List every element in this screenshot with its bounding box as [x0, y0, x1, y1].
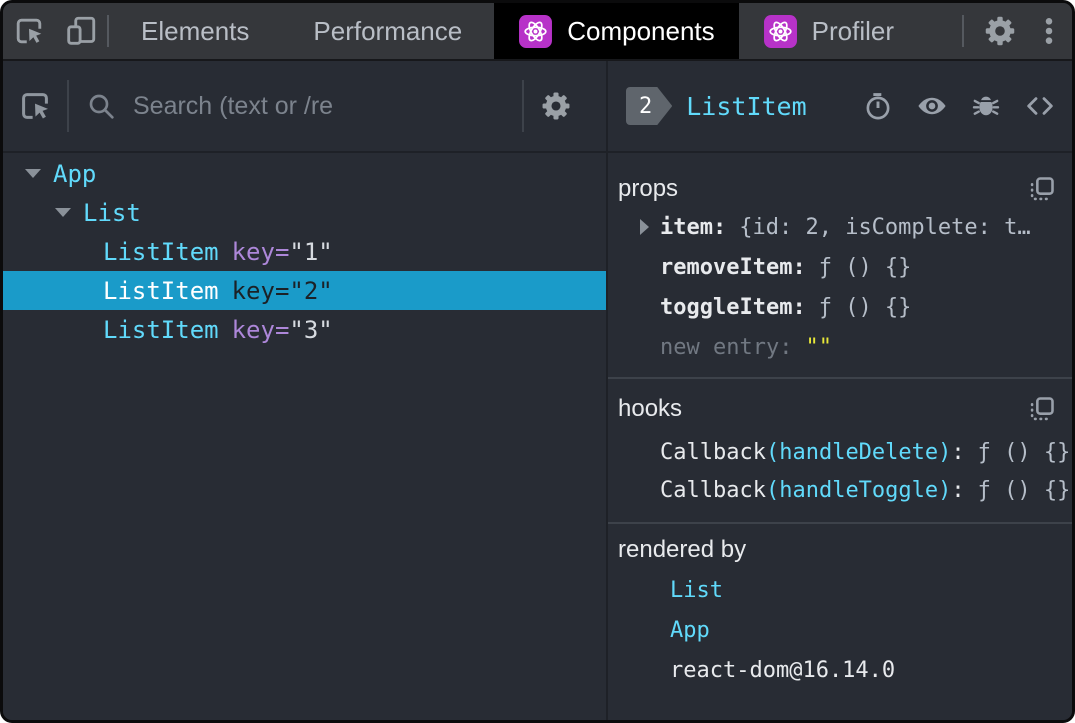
- owner-link[interactable]: List: [670, 578, 723, 603]
- prop-value: ƒ () {}: [818, 294, 912, 320]
- new-entry-key[interactable]: new entry:: [660, 335, 792, 360]
- tree-row-listitem-1[interactable]: ListItem key= "1": [3, 232, 606, 271]
- tab-profiler[interactable]: Profiler: [739, 3, 918, 59]
- hook-separator: :: [951, 477, 965, 503]
- tab-elements[interactable]: Elements: [109, 3, 281, 59]
- inspect-cursor-icon: [11, 13, 47, 49]
- devtools-tab-bar: Elements Performance Components Profiler: [3, 3, 1072, 61]
- gear-icon: [982, 13, 1018, 49]
- view-source-button[interactable]: [1022, 90, 1058, 122]
- renderer-version-label: react-dom@16.14.0: [670, 657, 896, 683]
- rendered-by-title: rendered by: [618, 536, 747, 563]
- tree-row-app[interactable]: App: [3, 154, 606, 193]
- react-logo-icon: [518, 14, 553, 49]
- components-tree-panel: App List ListItem key= "1" ListItem key=…: [3, 61, 606, 720]
- tree-node-key-attr: key=: [231, 276, 290, 305]
- hook-arg: (handleDelete): [765, 439, 952, 465]
- owner-link[interactable]: App: [670, 618, 710, 643]
- inspector-header: 2 ListItem: [608, 61, 1072, 153]
- hook-separator: :: [951, 439, 965, 465]
- suspense-toggle-button[interactable]: [862, 90, 894, 122]
- expander-icon[interactable]: [640, 219, 649, 235]
- tree-settings-button[interactable]: [524, 89, 588, 123]
- tree-node-key-attr: key=: [231, 315, 290, 344]
- hook-name: Callback: [660, 477, 766, 503]
- tab-components[interactable]: Components: [494, 3, 739, 59]
- props-section: props item: {id: 2, isComplete: t… remov…: [608, 153, 1072, 379]
- copy-icon: [1028, 395, 1056, 423]
- prop-value: ƒ () {}: [818, 254, 912, 280]
- tree-node-key-value: "1": [289, 237, 333, 266]
- copy-icon: [1028, 175, 1056, 203]
- hooks-title: hooks: [618, 395, 683, 422]
- gear-icon: [539, 89, 573, 123]
- eye-icon: [914, 90, 950, 122]
- owner-row-list[interactable]: List: [618, 570, 1070, 610]
- copy-hooks-button[interactable]: [1028, 395, 1070, 423]
- tree-node-name: ListItem: [103, 276, 219, 305]
- bug-icon: [970, 90, 1002, 122]
- tree-node-key-attr: key=: [231, 237, 290, 266]
- stopwatch-icon: [862, 90, 894, 122]
- devtools-window: Elements Performance Components Profiler…: [0, 0, 1075, 723]
- tab-label: Elements: [141, 15, 250, 46]
- component-tree: App List ListItem key= "1" ListItem key=…: [3, 153, 606, 720]
- tree-node-name: ListItem: [103, 237, 219, 266]
- kebab-menu-icon: [1034, 14, 1064, 48]
- expander-icon[interactable]: [55, 208, 71, 217]
- tree-node-key-value: "3": [289, 315, 333, 344]
- tree-row-list[interactable]: List: [3, 193, 606, 232]
- topbar-separator: [962, 15, 964, 47]
- code-brackets-icon: [1022, 90, 1058, 122]
- inspect-dom-button[interactable]: [914, 90, 950, 122]
- tree-node-name: List: [83, 198, 141, 227]
- search-input[interactable]: [133, 91, 522, 121]
- copy-props-button[interactable]: [1028, 175, 1070, 203]
- prop-key: item:: [660, 214, 727, 240]
- element-count-badge: 2: [626, 87, 672, 125]
- devtools-settings-button[interactable]: [974, 3, 1026, 59]
- new-entry-value[interactable]: "": [805, 335, 832, 360]
- selected-component-name: ListItem: [686, 91, 807, 121]
- device-toolbar-button[interactable]: [55, 3, 107, 59]
- select-element-button[interactable]: [3, 87, 67, 125]
- props-title: props: [618, 175, 679, 202]
- hook-row-handledelete[interactable]: Callback (handleDelete) : ƒ () {}: [618, 433, 1070, 471]
- prop-row-item[interactable]: item: {id: 2, isComplete: t…: [618, 207, 1070, 247]
- owner-row-app[interactable]: App: [618, 610, 1070, 650]
- tab-label: Performance: [313, 15, 463, 46]
- device-toolbar-icon: [63, 13, 99, 49]
- hook-value: ƒ () {}: [977, 439, 1071, 465]
- hook-row-handletoggle[interactable]: Callback (handleToggle) : ƒ () {}: [618, 471, 1070, 509]
- devtools-menu-button[interactable]: [1026, 3, 1072, 59]
- search-icon: [85, 90, 117, 122]
- inspect-cursor-icon: [16, 87, 54, 125]
- prop-value: {id: 2, isComplete: t…: [739, 214, 1031, 240]
- hooks-section: hooks Callback (handleDelete): ƒ () {} …: [608, 379, 1072, 524]
- prop-row-removeitem[interactable]: removeItem: ƒ () {}: [618, 247, 1070, 287]
- component-inspector-panel: 2 ListItem props item: {id: 2, isComplet…: [606, 61, 1072, 720]
- log-to-console-button[interactable]: [970, 90, 1002, 122]
- react-logo-icon: [763, 14, 798, 49]
- hook-arg: (handleToggle): [765, 477, 952, 503]
- tab-label: Profiler: [811, 15, 895, 46]
- prop-key: removeItem:: [660, 254, 806, 280]
- prop-row-new-entry[interactable]: new entry: "": [618, 327, 1070, 367]
- rendered-by-section: rendered by List App react-dom@16.14.0: [608, 524, 1072, 690]
- hook-value: ƒ () {}: [977, 477, 1071, 503]
- tree-row-listitem-2[interactable]: ListItem key= "2": [3, 271, 606, 310]
- inspect-element-button[interactable]: [3, 3, 55, 59]
- hook-name: Callback: [660, 439, 766, 465]
- tree-node-name: ListItem: [103, 315, 219, 344]
- owner-row-react-dom: react-dom@16.14.0: [618, 650, 1070, 690]
- prop-key: toggleItem:: [660, 294, 806, 320]
- tab-label: Components: [567, 15, 715, 46]
- expander-icon[interactable]: [25, 169, 41, 178]
- tree-node-name: App: [53, 159, 97, 188]
- prop-row-toggleitem[interactable]: toggleItem: ƒ () {}: [618, 287, 1070, 327]
- tree-row-listitem-3[interactable]: ListItem key= "3": [3, 310, 606, 349]
- tree-toolbar: [3, 61, 606, 153]
- tree-node-key-value: "2": [289, 276, 333, 305]
- tab-performance[interactable]: Performance: [281, 3, 494, 59]
